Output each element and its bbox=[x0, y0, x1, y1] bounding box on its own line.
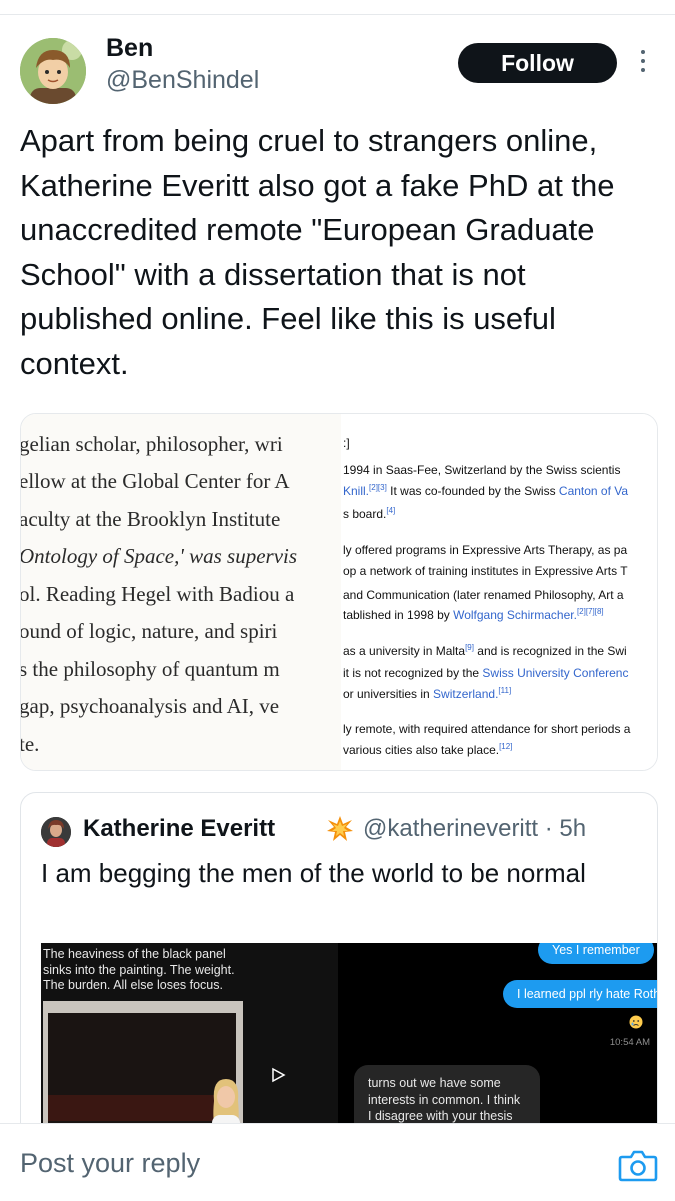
wiki-line: as a university in Malta[9] and is recog… bbox=[343, 643, 627, 659]
quoted-handle-time[interactable]: @katherineveritt · 5h bbox=[363, 815, 586, 843]
wiki-line: or universities in Switzerland.[11] bbox=[343, 686, 512, 702]
excerpt-line: ol. Reading Hegel with Badiou a bbox=[21, 582, 295, 606]
top-divider bbox=[0, 14, 675, 15]
wiki-line: and Communication (later renamed Philoso… bbox=[343, 588, 624, 602]
wiki-line: it is not recognized by the Swiss Univer… bbox=[343, 666, 628, 680]
wiki-line: various cities also take place.[12] bbox=[343, 742, 513, 758]
more-vertical-icon[interactable] bbox=[636, 50, 650, 78]
quoted-author-name[interactable]: Katherine Everitt bbox=[83, 815, 275, 843]
wiki-line: 1994 in Saas-Fee, Switzerland by the Swi… bbox=[343, 463, 620, 477]
wiki-text: ly offered programs in Expressive Arts T… bbox=[343, 543, 628, 557]
tweet-media[interactable]: gelian scholar, philosopher, wri ellow at… bbox=[20, 413, 658, 771]
rothko-caption: The heaviness of the black panel sinks i… bbox=[43, 947, 235, 992]
chat-screenshot[interactable]: Yes I remember I learned ppl rly hate Ro… bbox=[342, 943, 657, 1151]
author-handle[interactable]: @BenShindel bbox=[106, 66, 259, 95]
cartoon-avatar-icon[interactable] bbox=[20, 38, 86, 104]
wiki-link[interactable]: Knill. bbox=[343, 484, 369, 498]
reply-bar bbox=[0, 1123, 675, 1201]
wiki-line: ly remote, with required attendance for … bbox=[343, 722, 630, 736]
wiki-text: or universities in bbox=[343, 687, 434, 701]
wiki-text: :] bbox=[343, 436, 350, 450]
wiki-text: It was co-founded by the Swiss bbox=[386, 484, 559, 498]
wiki-link[interactable]: Canton of Va bbox=[559, 484, 628, 498]
wiki-link: [11] bbox=[498, 686, 512, 695]
wiki-link: [12] bbox=[499, 742, 513, 751]
excerpt-line: ound of logic, nature, and spiri bbox=[21, 619, 278, 643]
wiki-line: tablished in 1998 by Wolfgang Schirmache… bbox=[343, 607, 604, 623]
excerpt-line: s the philosophy of quantum m bbox=[21, 657, 280, 681]
quoted-tweet[interactable]: Katherine Everitt @katherineveritt · 5h … bbox=[20, 792, 658, 1152]
wiki-text: s board. bbox=[343, 507, 387, 521]
wiki-link: [2][3] bbox=[369, 483, 387, 492]
wiki-text: 1994 in Saas-Fee, Switzerland by the Swi… bbox=[343, 463, 621, 477]
chat-bubble-sent: Yes I remember bbox=[538, 943, 654, 964]
wiki-text: tablished in 1998 by bbox=[343, 608, 454, 622]
wiki-text: various cities also take place. bbox=[343, 743, 500, 757]
chat-bubble-sent: I learned ppl rly hate Rothko bbox=[503, 980, 657, 1008]
excerpt-line: gap, psychoanalysis and AI, ve bbox=[21, 694, 280, 718]
wiki-text: and is recognized in the Swi bbox=[473, 644, 627, 658]
wiki-excerpt-image[interactable]: :] 1994 in Saas-Fee, Switzerland by the S… bbox=[343, 414, 657, 770]
wiki-text: op a network of training institutes in E… bbox=[343, 564, 628, 578]
author-name[interactable]: Ben bbox=[106, 34, 153, 63]
wiki-line: op a network of training institutes in E… bbox=[343, 564, 628, 578]
wiki-line: :] bbox=[343, 436, 350, 450]
wiki-link[interactable]: Wolfgang Schirmacher. bbox=[453, 608, 577, 622]
excerpt-line: te. bbox=[21, 732, 40, 756]
wiki-line: s board.[4] bbox=[343, 506, 396, 522]
follow-button[interactable]: Follow bbox=[458, 43, 617, 83]
wiki-link: [4] bbox=[386, 506, 396, 515]
book-excerpt-image[interactable]: gelian scholar, philosopher, wri ellow at… bbox=[21, 414, 341, 770]
wiki-line: ly offered programs in Expressive Arts T… bbox=[343, 543, 627, 557]
quoted-avatar[interactable] bbox=[41, 817, 71, 847]
tweet-text: Apart from being cruel to strangers onli… bbox=[20, 123, 615, 381]
chat-timestamp: 10:54 AM bbox=[609, 1037, 650, 1048]
play-icon[interactable] bbox=[270, 1067, 286, 1083]
wiki-text: as a university in Malta bbox=[343, 644, 466, 658]
excerpt-line: ellow at the Global Center for A bbox=[21, 469, 290, 493]
wiki-text: and Communication (later renamed Philoso… bbox=[343, 588, 624, 602]
excerpt-line: gelian scholar, philosopher, wri bbox=[21, 432, 283, 456]
wiki-line: Knill.[2][3] It was co-founded by the Sw… bbox=[343, 483, 628, 499]
wiki-link: [2][7][8] bbox=[576, 607, 604, 616]
collision-emoji-icon bbox=[326, 815, 354, 843]
reply-input[interactable] bbox=[20, 1148, 580, 1179]
quoted-text: I am begging the men of the world to be … bbox=[41, 858, 586, 888]
wiki-text: ly remote, with required attendance for … bbox=[343, 722, 631, 736]
wiki-link: [9] bbox=[465, 643, 474, 652]
wiki-link[interactable]: Switzerland. bbox=[433, 687, 498, 701]
rothko-screenshot[interactable]: The heaviness of the black panel sinks i… bbox=[41, 943, 338, 1151]
excerpt-line: aculty at the Brooklyn Institute bbox=[21, 507, 281, 531]
sad-emoji-icon bbox=[629, 1015, 643, 1029]
wiki-text: it is not recognized by the bbox=[343, 666, 483, 680]
camera-icon[interactable] bbox=[618, 1148, 658, 1182]
excerpt-line: Ontology of Space,' was supervis bbox=[21, 544, 298, 568]
quoted-media[interactable]: The heaviness of the black panel sinks i… bbox=[41, 943, 657, 1151]
wiki-link[interactable]: Swiss University Conferenc bbox=[482, 666, 628, 680]
